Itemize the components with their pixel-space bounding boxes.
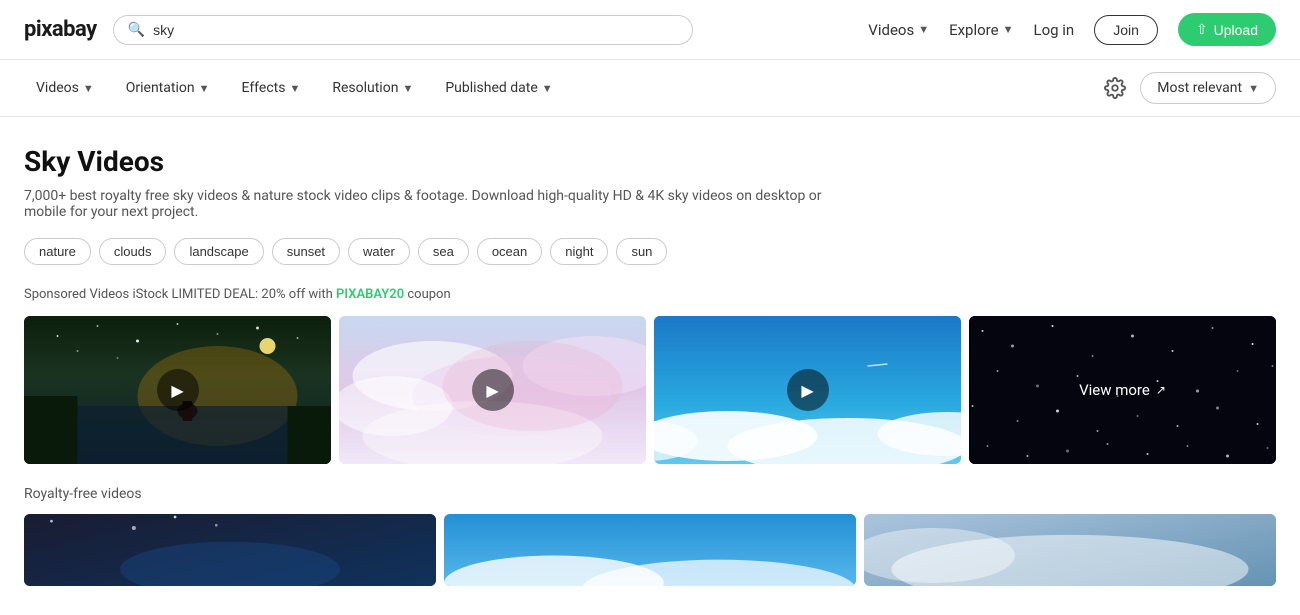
video-card-3[interactable]: ▶: [654, 316, 961, 464]
chevron-down-icon: ▼: [1248, 82, 1259, 95]
tag-landscape[interactable]: landscape: [174, 238, 263, 265]
external-link-icon: ↗: [1156, 383, 1166, 397]
tag-sea[interactable]: sea: [418, 238, 469, 265]
chevron-down-icon: ▼: [542, 82, 553, 95]
video-grid: ▶ ▶: [24, 316, 1276, 464]
logo[interactable]: pixabay: [24, 17, 97, 42]
page-content: Sky Videos 7,000+ best royalty free sky …: [0, 117, 1300, 606]
search-input[interactable]: [153, 22, 678, 38]
page-description: 7,000+ best royalty free sky videos & na…: [24, 188, 824, 220]
play-button-3[interactable]: ▶: [787, 369, 829, 411]
filter-published-date[interactable]: Published date ▼: [433, 74, 564, 102]
top-nav: Videos ▼ Explore ▼ Log in Join ⇧ Upload: [868, 13, 1276, 46]
view-more-card[interactable]: View more ↗: [969, 316, 1276, 464]
search-icon: 🔍: [128, 22, 145, 38]
filter-orientation[interactable]: Orientation ▼: [114, 74, 222, 102]
settings-icon[interactable]: [1104, 77, 1126, 99]
tag-night[interactable]: night: [550, 238, 608, 265]
upload-icon: ⇧: [1196, 21, 1208, 38]
chevron-down-icon: ▼: [402, 82, 413, 95]
filter-right: Most relevant ▼: [1104, 72, 1276, 104]
chevron-down-icon: ▼: [289, 82, 300, 95]
tag-list: nature clouds landscape sunset water sea…: [24, 238, 1276, 265]
tag-clouds[interactable]: clouds: [99, 238, 167, 265]
tag-sunset[interactable]: sunset: [272, 238, 340, 265]
tag-sun[interactable]: sun: [616, 238, 667, 265]
royalty-thumbnail-2: [444, 514, 856, 586]
tag-water[interactable]: water: [348, 238, 410, 265]
nav-videos[interactable]: Videos ▼: [868, 21, 929, 39]
filter-effects[interactable]: Effects ▼: [229, 74, 312, 102]
chevron-down-icon: ▼: [918, 23, 929, 36]
sponsored-coupon-link[interactable]: PIXABAY20: [336, 287, 404, 302]
royalty-card-1[interactable]: [24, 514, 436, 586]
play-button-2[interactable]: ▶: [472, 369, 514, 411]
tag-ocean[interactable]: ocean: [477, 238, 542, 265]
video-card-2[interactable]: ▶: [339, 316, 646, 464]
sort-dropdown[interactable]: Most relevant ▼: [1140, 72, 1276, 104]
royalty-grid: [24, 514, 1276, 586]
royalty-card-2[interactable]: [444, 514, 856, 586]
nav-explore[interactable]: Explore ▼: [949, 21, 1013, 39]
sponsored-bar: Sponsored Videos iStock LIMITED DEAL: 20…: [24, 287, 1276, 302]
play-button-1[interactable]: ▶: [157, 369, 199, 411]
tag-nature[interactable]: nature: [24, 238, 91, 265]
royalty-section-label: Royalty-free videos: [24, 486, 1276, 502]
nav-login[interactable]: Log in: [1033, 21, 1074, 39]
search-bar[interactable]: 🔍: [113, 15, 693, 45]
chevron-down-icon: ▼: [199, 82, 210, 95]
filter-videos[interactable]: Videos ▼: [24, 74, 106, 102]
chevron-down-icon: ▼: [83, 82, 94, 95]
royalty-thumbnail-1: [24, 514, 436, 586]
page-title: Sky Videos: [24, 145, 1276, 178]
join-button[interactable]: Join: [1094, 15, 1158, 45]
header: pixabay 🔍 Videos ▼ Explore ▼ Log in Join…: [0, 0, 1300, 60]
chevron-down-icon: ▼: [1003, 23, 1014, 36]
upload-button[interactable]: ⇧ Upload: [1178, 13, 1276, 46]
view-more-label: View more ↗: [1079, 381, 1166, 399]
filter-resolution[interactable]: Resolution ▼: [320, 74, 425, 102]
filter-bar: Videos ▼ Orientation ▼ Effects ▼ Resolut…: [0, 60, 1300, 117]
video-card-1[interactable]: ▶: [24, 316, 331, 464]
royalty-card-3[interactable]: [864, 514, 1276, 586]
royalty-thumbnail-3: [864, 514, 1276, 586]
